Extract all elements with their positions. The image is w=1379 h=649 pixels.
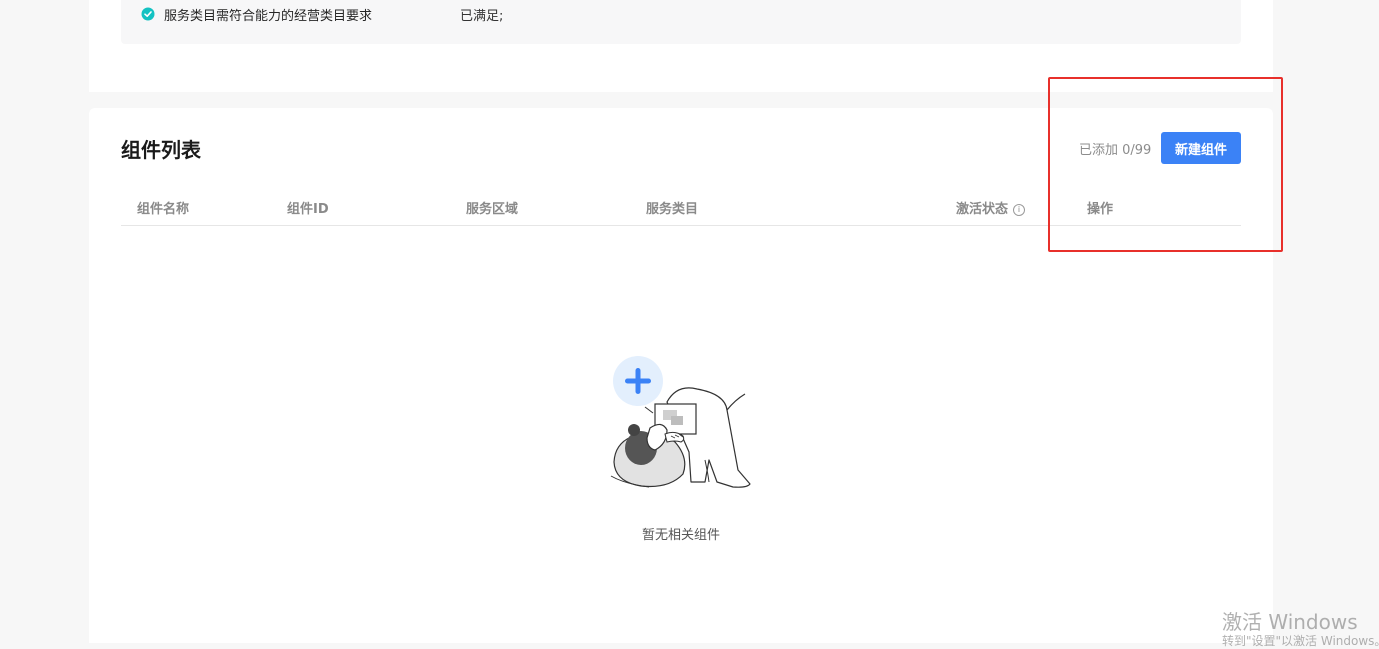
requirement-row: 服务类目需符合能力的经营类目要求 已满足;: [121, 0, 1241, 44]
check-circle-icon: [141, 7, 155, 21]
windows-activation-subtitle: 转到"设置"以激活 Windows。: [1222, 634, 1379, 648]
empty-state-text: 暂无相关组件: [641, 528, 720, 543]
requirement-status: 已满足;: [460, 9, 504, 24]
requirement-label: 服务类目需符合能力的经营类目要求: [164, 9, 373, 24]
column-header-status-label: 激活状态: [956, 202, 1009, 217]
column-header-category: 服务类目: [646, 202, 699, 217]
windows-activation-watermark: 激活 Windows: [1222, 610, 1358, 634]
column-header-status: 激活状态 i: [956, 198, 1026, 217]
empty-state-illustration-icon: [610, 356, 751, 488]
column-header-region: 服务区域: [466, 202, 519, 217]
highlight-annotation-box: [1048, 77, 1283, 252]
info-icon[interactable]: i: [1013, 204, 1026, 216]
section-title: 组件列表: [121, 138, 201, 162]
column-header-id: 组件ID: [287, 202, 329, 217]
column-header-name: 组件名称: [137, 202, 190, 217]
